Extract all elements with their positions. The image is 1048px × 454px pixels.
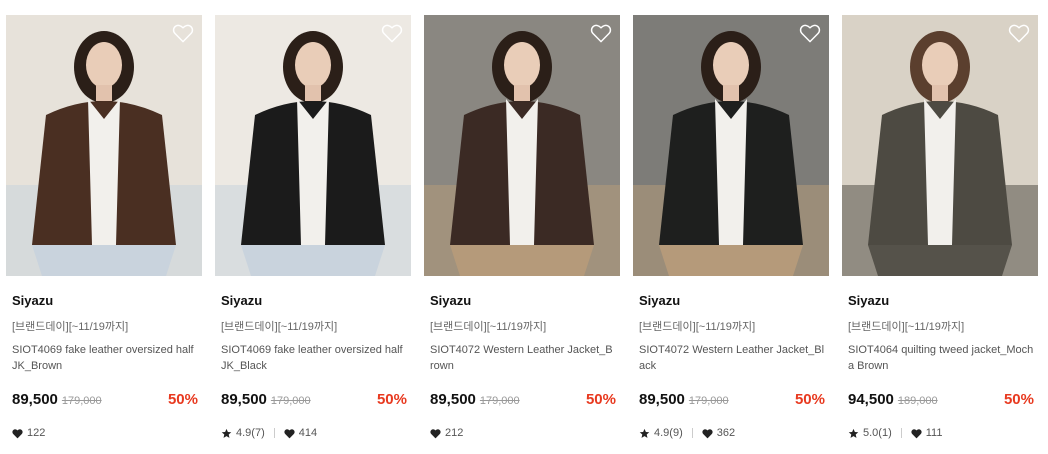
meta-divider	[691, 428, 693, 438]
heart-icon	[430, 428, 441, 439]
product-name[interactable]: SIOT4072 Western Leather Jacket_Black	[639, 342, 825, 374]
discount-rate: 50%	[167, 391, 198, 408]
wishlist-heart-icon[interactable]	[1008, 23, 1030, 43]
original-price: 179,000	[270, 395, 311, 407]
discount-rate: 50%	[376, 391, 407, 408]
product-name[interactable]: SIOT4072 Western Leather Jacket_Brown	[430, 342, 616, 374]
product-name[interactable]: SIOT4069 fake leather oversized half JK_…	[12, 342, 198, 374]
product-name[interactable]: SIOT4069 fake leather oversized half JK_…	[221, 342, 407, 374]
likes-count: 362	[716, 427, 736, 439]
original-price: 179,000	[688, 395, 729, 407]
promo-tag: [브랜드데이][~11/19까지]	[221, 321, 338, 333]
price-block: 89,500 179,000	[430, 391, 520, 408]
product-image[interactable]	[633, 15, 829, 276]
product-card[interactable]: Siyazu [브랜드데이][~11/19까지] SIOT4072 Western …	[633, 15, 829, 439]
likes-count: 212	[445, 427, 464, 439]
product-brand[interactable]: Siyazu	[639, 293, 680, 308]
heart-icon	[12, 428, 23, 439]
heart-icon	[702, 428, 713, 439]
rating-text: 5.0(1)	[863, 427, 892, 439]
heart-icon	[911, 428, 922, 439]
meta-divider	[900, 428, 902, 438]
product-name[interactable]: SIOT4064 quilting tweed jacket_Mocha Bro…	[848, 342, 1034, 374]
sale-price: 89,500	[221, 391, 267, 408]
price-block: 94,500 189,000	[848, 391, 938, 408]
sale-price: 89,500	[639, 391, 685, 408]
heart-icon	[284, 428, 295, 439]
product-image[interactable]	[6, 15, 202, 276]
product-brand[interactable]: Siyazu	[221, 293, 262, 308]
price-block: 89,500 179,000	[221, 391, 311, 408]
promo-tag: [브랜드데이][~11/19까지]	[430, 321, 547, 333]
product-image[interactable]	[424, 15, 620, 276]
star-icon	[639, 428, 650, 439]
wishlist-heart-icon[interactable]	[799, 23, 821, 43]
meta-divider	[273, 428, 275, 438]
product-meta: 122	[12, 427, 45, 439]
price-block: 89,500 179,000	[639, 391, 729, 408]
sale-price: 89,500	[12, 391, 58, 408]
original-price: 189,000	[897, 395, 938, 407]
likes-count: 414	[298, 427, 318, 439]
promo-tag: [브랜드데이][~11/19까지]	[848, 321, 965, 333]
product-brand[interactable]: Siyazu	[12, 293, 53, 308]
product-meta: 212	[430, 427, 463, 439]
product-brand[interactable]: Siyazu	[848, 293, 889, 308]
product-card[interactable]: Siyazu [브랜드데이][~11/19까지] SIOT4069 fake lea…	[215, 15, 411, 439]
sale-price: 89,500	[430, 391, 476, 408]
product-meta: 5.0(1) 111	[848, 427, 942, 439]
product-grid: Siyazu [브랜드데이][~11/19까지] SIOT4069 fake lea…	[0, 0, 1048, 454]
product-meta: 4.9(9) 362	[639, 427, 735, 439]
star-icon	[221, 428, 232, 439]
promo-tag: [브랜드데이][~11/19까지]	[12, 321, 129, 333]
wishlist-heart-icon[interactable]	[590, 23, 612, 43]
discount-rate: 50%	[794, 391, 825, 408]
likes-count: 122	[27, 427, 46, 439]
sale-price: 94,500	[848, 391, 894, 408]
product-image[interactable]	[842, 15, 1038, 276]
price-block: 89,500 179,000	[12, 391, 102, 408]
promo-tag: [브랜드데이][~11/19까지]	[639, 321, 756, 333]
rating-text: 4.9(7)	[236, 427, 265, 439]
likes-count: 111	[925, 427, 943, 439]
product-card[interactable]: Siyazu [브랜드데이][~11/19까지] SIOT4064 quilting…	[842, 15, 1038, 439]
discount-rate: 50%	[1003, 391, 1034, 408]
product-brand[interactable]: Siyazu	[430, 293, 471, 308]
product-card[interactable]: Siyazu [브랜드데이][~11/19까지] SIOT4069 fake lea…	[6, 15, 202, 439]
original-price: 179,000	[479, 395, 520, 407]
star-icon	[848, 428, 859, 439]
product-card[interactable]: Siyazu [브랜드데이][~11/19까지] SIOT4072 Western …	[424, 15, 620, 439]
product-image[interactable]	[215, 15, 411, 276]
rating-text: 4.9(9)	[654, 427, 683, 439]
original-price: 179,000	[61, 395, 102, 407]
product-meta: 4.9(7) 414	[221, 427, 317, 439]
wishlist-heart-icon[interactable]	[172, 23, 194, 43]
discount-rate: 50%	[585, 391, 616, 408]
wishlist-heart-icon[interactable]	[381, 23, 403, 43]
